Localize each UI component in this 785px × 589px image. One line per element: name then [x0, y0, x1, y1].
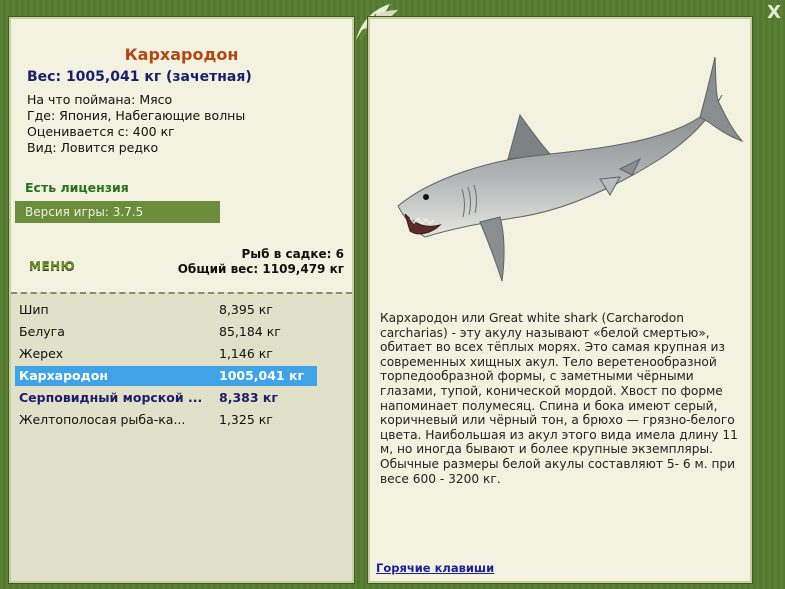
- list-item[interactable]: Шип 8,395 кг: [15, 300, 317, 320]
- list-item-name: Шип: [19, 302, 49, 317]
- close-icon[interactable]: X: [767, 2, 781, 23]
- fish-details: Кархародон Вес: 1005,041 кг (зачетная) Н…: [11, 19, 352, 292]
- list-item-selected[interactable]: Кархародон 1005,041 кг: [15, 366, 317, 386]
- version-label: Версия игры: 3.7.5: [15, 201, 220, 223]
- keepnet-stats: Рыб в садке: 6 Общий вес: 1109,479 кг: [178, 247, 344, 277]
- list-item-name: Белуга: [19, 324, 65, 339]
- list-item-name: Кархародон: [19, 368, 108, 383]
- fish-description: Кархародон или Great white shark (Carcha…: [380, 311, 738, 486]
- catch-list: Шип 8,395 кг Белуга 85,184 кг Жерех 1,14…: [11, 292, 352, 581]
- list-item-weight: 1,325 кг: [219, 412, 273, 427]
- list-item[interactable]: Желтополосая рыба-ка... 1,325 кг: [15, 410, 317, 430]
- hotkeys-link[interactable]: Горячие клавиши: [376, 561, 494, 575]
- shark-image: [397, 56, 744, 282]
- keepnet-total: Общий вес: 1109,479 кг: [177, 262, 344, 276]
- list-item-name: Серповидный морской ...: [19, 390, 203, 405]
- list-item-name: Жерех: [19, 346, 64, 361]
- list-item[interactable]: Жерех 1,146 кг: [15, 344, 317, 364]
- list-item-name: Желтополосая рыба-ка...: [19, 412, 186, 427]
- list-item[interactable]: Белуга 85,184 кг: [15, 322, 317, 342]
- location-info: Где: Япония, Набегающие волны: [27, 108, 246, 123]
- list-item-weight: 1,146 кг: [219, 346, 273, 361]
- list-item-weight: 1005,041 кг: [219, 368, 304, 383]
- list-item-weight: 8,395 кг: [219, 302, 273, 317]
- list-item-weight: 85,184 кг: [219, 324, 281, 339]
- fish-info-panel: Кархародон Вес: 1005,041 кг (зачетная) Н…: [8, 16, 355, 584]
- rarity-info: Вид: Ловится редко: [27, 140, 159, 155]
- menu-button[interactable]: МЕНЮ: [29, 259, 75, 273]
- keepnet-count: Рыб в садке: 6: [241, 247, 345, 261]
- list-item[interactable]: Серповидный морской ... 8,383 кг: [15, 388, 317, 408]
- value-info: Оценивается с: 400 кг: [27, 124, 175, 139]
- bait-info: На что поймана: Мясо: [27, 92, 173, 107]
- list-item-weight: 8,383 кг: [219, 390, 278, 405]
- fish-weight: Вес: 1005,041 кг (зачетная): [27, 69, 252, 85]
- license-status: Есть лицензия: [25, 180, 129, 195]
- fish-description-panel: Кархародон или Great white shark (Carcha…: [367, 16, 753, 584]
- fish-title: Кархародон: [124, 45, 239, 64]
